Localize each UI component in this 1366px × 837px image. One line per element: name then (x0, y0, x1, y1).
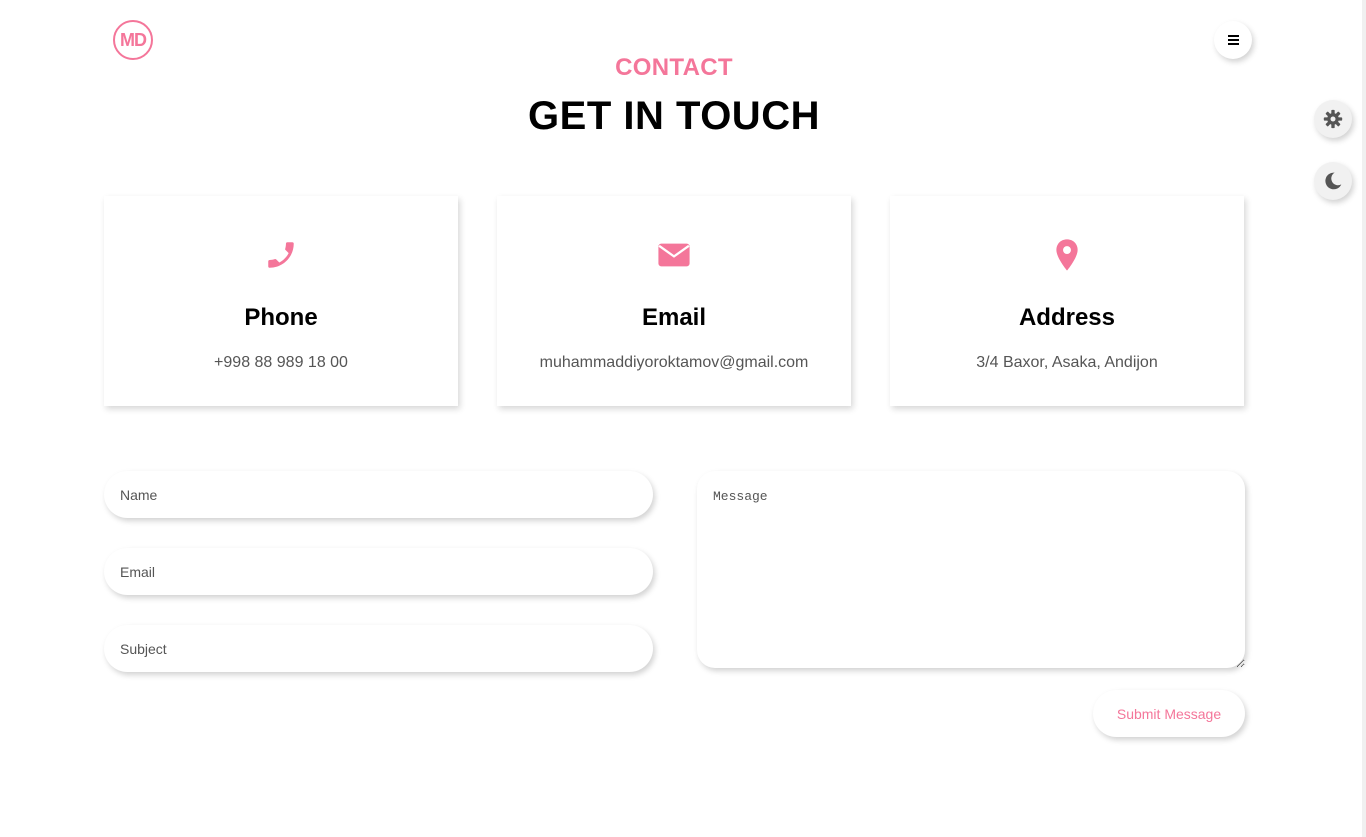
theme-toggle-button[interactable] (1314, 162, 1352, 200)
map-pin-icon (1056, 239, 1078, 271)
scrollbar[interactable] (1362, 0, 1366, 837)
phone-number: +998 88 989 18 00 (214, 354, 348, 371)
card-title: Phone (244, 304, 318, 331)
message-textarea[interactable] (697, 471, 1245, 668)
subject-input[interactable] (104, 625, 653, 672)
email-input[interactable] (104, 548, 653, 595)
section-subtitle: CONTACT (615, 54, 733, 81)
moon-icon (1325, 172, 1342, 190)
contact-card-address: Address 3/4 Baxor, Asaka, Andijon (890, 196, 1244, 406)
hamburger-icon (1227, 35, 1239, 45)
card-title: Email (641, 304, 707, 331)
contact-card-phone: Phone +998 88 989 18 00 (104, 196, 458, 406)
phone-icon (268, 242, 294, 268)
contact-card-email: Email muhammaddiyoroktamov@gmail.com (497, 196, 851, 406)
email-address: muhammaddiyoroktamov@gmail.com (539, 354, 809, 371)
card-title: Address (1018, 304, 1116, 331)
envelope-icon (658, 243, 690, 267)
address-text: 3/4 Baxor, Asaka, Andijon (976, 354, 1158, 371)
name-input[interactable] (104, 471, 653, 518)
page-title: GET IN TOUCH (528, 94, 820, 138)
submit-message-button[interactable]: Submit Message (1093, 690, 1245, 737)
